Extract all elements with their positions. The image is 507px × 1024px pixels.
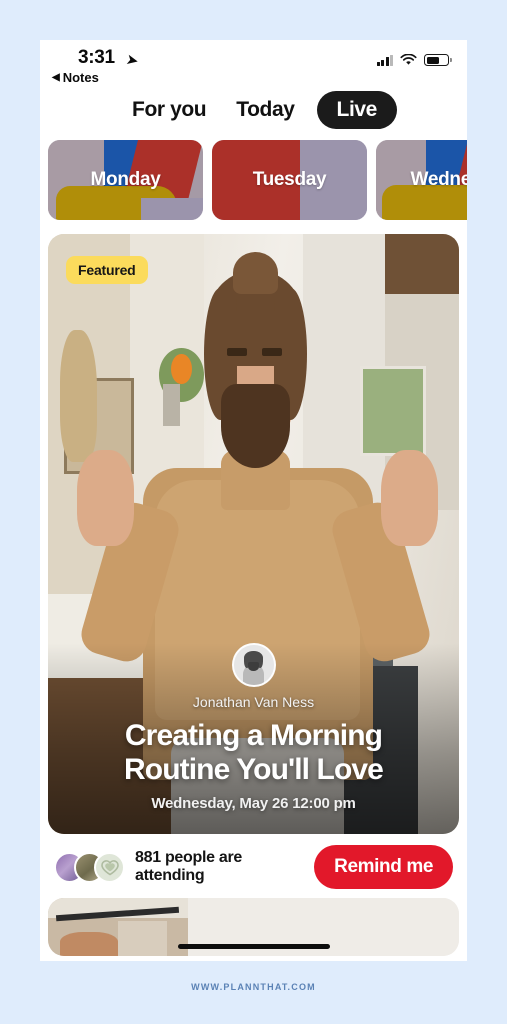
day-card-label: Wednesday xyxy=(411,169,467,191)
attendee-avatar-3 xyxy=(94,852,125,883)
next-card-peek[interactable] xyxy=(48,898,459,956)
tab-today[interactable]: Today xyxy=(228,91,302,129)
back-link-label: Notes xyxy=(63,70,99,85)
back-caret-icon: ◀ xyxy=(52,73,60,83)
featured-badge: Featured xyxy=(66,256,148,284)
day-strip[interactable]: Monday Tuesday Wednesday xyxy=(40,132,467,224)
day-card-label: Tuesday xyxy=(253,169,327,191)
heart-icon xyxy=(101,859,119,876)
day-card-tuesday[interactable]: Tuesday xyxy=(212,140,367,220)
phone-screen: 3:31 ➤ ◀ Notes For you Today Live xyxy=(40,40,467,961)
remind-me-button[interactable]: Remind me xyxy=(314,845,453,889)
back-to-notes-link[interactable]: ◀ Notes xyxy=(52,70,99,85)
host-avatar[interactable] xyxy=(232,643,276,687)
status-bar: 3:31 ➤ ◀ Notes xyxy=(40,40,467,88)
tab-for-you[interactable]: For you xyxy=(124,91,214,129)
hero-title-line-1: Creating a Morning xyxy=(66,719,441,753)
hero-info-overlay: Jonathan Van Ness Creating a Morning Rou… xyxy=(48,643,459,834)
day-card-monday[interactable]: Monday xyxy=(48,140,203,220)
status-clock: 3:31 xyxy=(78,47,115,69)
hero-title: Creating a Morning Routine You'll Love xyxy=(66,719,441,787)
hero-title-line-2: Routine You'll Love xyxy=(66,753,441,787)
tab-bar: For you Today Live xyxy=(40,88,467,132)
wifi-icon xyxy=(400,54,417,66)
cellular-signal-icon xyxy=(377,55,394,66)
attending-count-label: 881 people are attending xyxy=(135,849,304,885)
home-indicator xyxy=(178,944,330,949)
host-name: Jonathan Van Ness xyxy=(66,694,441,710)
day-card-wednesday[interactable]: Wednesday xyxy=(376,140,467,220)
attendee-avatar-stack[interactable] xyxy=(54,852,125,883)
attending-row: 881 people are attending Remind me xyxy=(40,834,467,898)
featured-live-card[interactable]: Featured Jonathan Van Ness Creating a Mo… xyxy=(48,234,459,834)
footer-watermark: WWW.PLANNTHAT.COM xyxy=(0,982,507,992)
battery-icon xyxy=(424,54,449,66)
status-indicators xyxy=(377,54,450,66)
location-arrow-icon: ➤ xyxy=(124,50,140,70)
day-card-label: Monday xyxy=(91,169,161,191)
tab-live[interactable]: Live xyxy=(317,91,397,129)
hero-datetime: Wednesday, May 26 12:00 pm xyxy=(66,795,441,812)
